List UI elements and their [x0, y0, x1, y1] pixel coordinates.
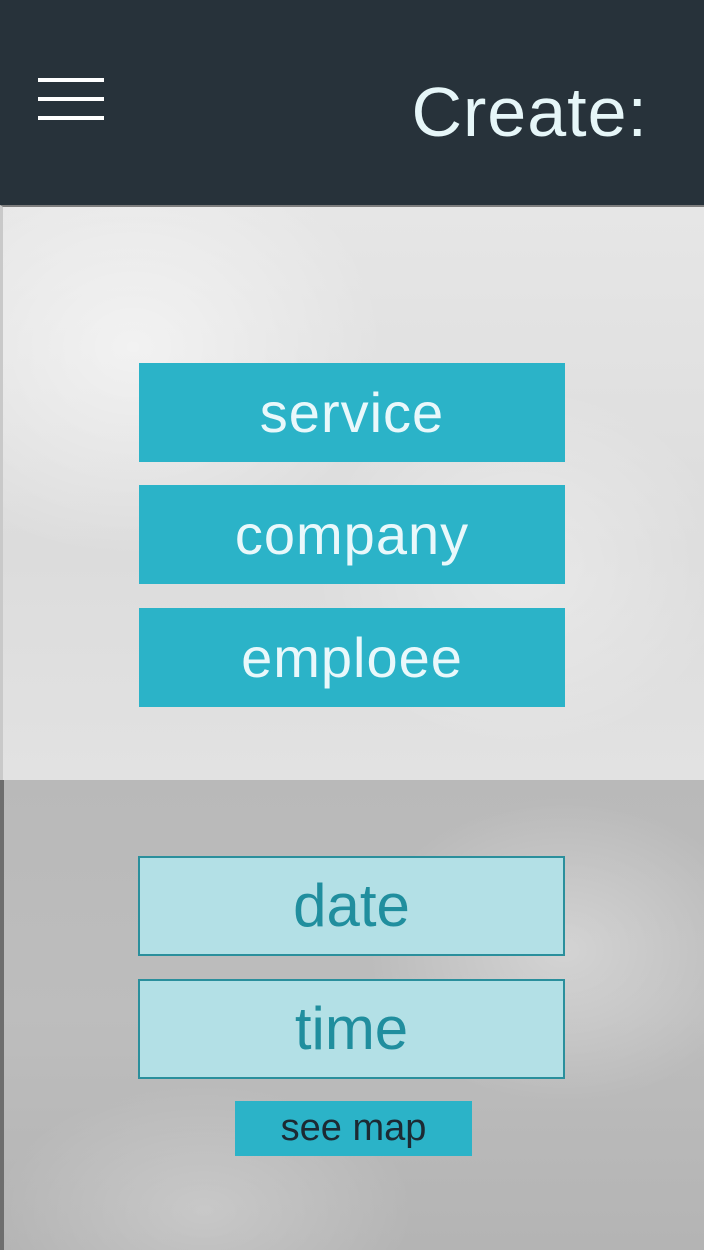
hamburger-menu-icon[interactable] — [38, 78, 104, 124]
menu-line — [38, 97, 104, 101]
employee-button[interactable]: emploee — [139, 608, 565, 707]
date-field[interactable]: date — [138, 856, 565, 956]
menu-line — [38, 116, 104, 120]
time-field[interactable]: time — [138, 979, 565, 1079]
page-title: Create: — [411, 73, 648, 151]
company-button[interactable]: company — [139, 485, 565, 584]
app-header: Create: — [0, 0, 704, 205]
see-map-button[interactable]: see map — [235, 1101, 472, 1156]
service-button[interactable]: service — [139, 363, 565, 462]
menu-line — [38, 78, 104, 82]
